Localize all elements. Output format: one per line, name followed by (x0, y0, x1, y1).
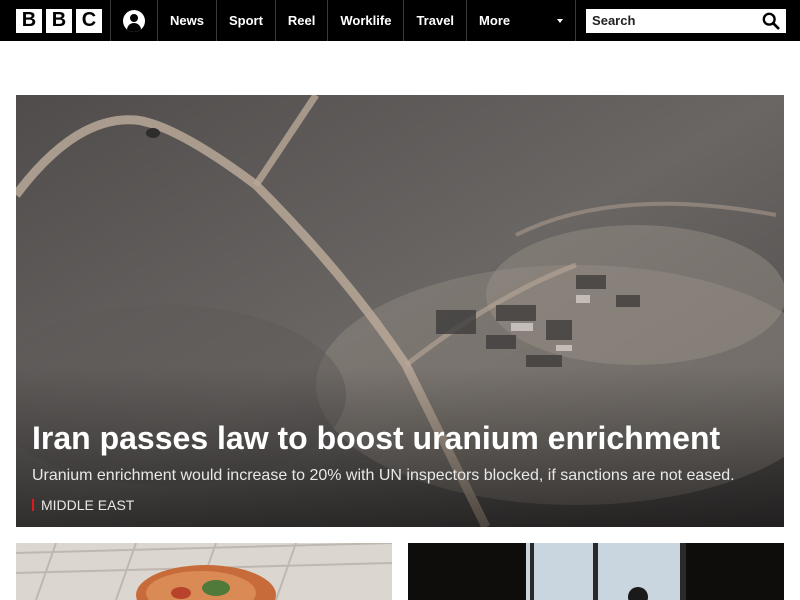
nav-item-reel[interactable]: Reel (276, 0, 329, 41)
nav-more-label: More (479, 13, 511, 28)
search-input[interactable]: Search (586, 8, 787, 33)
story-card-image (408, 543, 784, 600)
story-card-left[interactable] (16, 543, 392, 600)
story-card-image (16, 543, 392, 600)
nav-item-worklife[interactable]: Worklife (328, 0, 405, 41)
caret-down-icon (557, 18, 564, 23)
hero-section-tag[interactable]: MIDDLE EAST (32, 497, 768, 513)
hero-headline[interactable]: Iran passes law to boost uranium enrichm… (32, 420, 768, 457)
nav-item-travel[interactable]: Travel (404, 0, 468, 41)
story-card-right[interactable] (408, 543, 784, 600)
user-icon (123, 9, 145, 32)
hero-story[interactable]: Iran passes law to boost uranium enrichm… (16, 95, 784, 527)
hero-tag-label: MIDDLE EAST (41, 497, 135, 513)
account-button[interactable] (111, 0, 158, 41)
nav-item-sport[interactable]: Sport (217, 0, 276, 41)
logo-letter: B (16, 8, 42, 33)
nav-item-news[interactable]: News (158, 0, 217, 41)
logo-letter: C (76, 8, 102, 33)
search-container: Search (576, 0, 787, 41)
hero-summary: Uranium enrichment would increase to 20%… (32, 467, 735, 484)
bbc-logo[interactable]: B B C (0, 0, 111, 41)
logo-letter: B (46, 8, 72, 33)
nav-more-button[interactable]: More (467, 0, 577, 41)
hero-text-block: Iran passes law to boost uranium enrichm… (32, 420, 768, 513)
top-navigation-bar: B B C News Sport Reel Worklife Travel Mo… (0, 0, 800, 41)
search-icon[interactable] (762, 12, 780, 30)
search-placeholder: Search (592, 13, 636, 28)
tag-accent-bar (32, 499, 34, 511)
